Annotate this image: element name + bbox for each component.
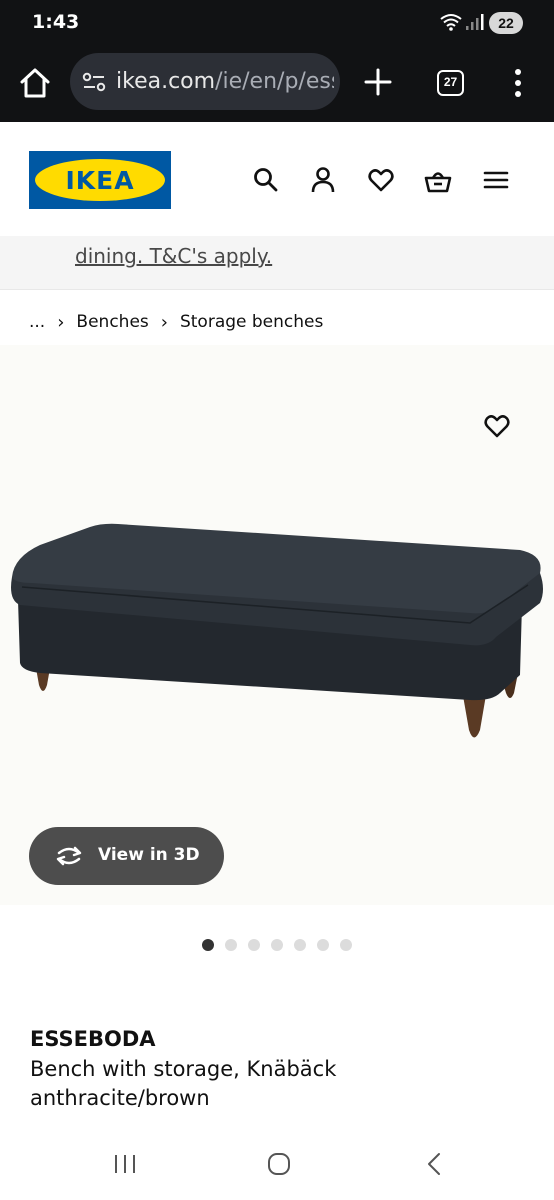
recents-icon[interactable]: [113, 1153, 137, 1175]
plus-icon[interactable]: [362, 66, 394, 98]
breadcrumb: ... › Benches › Storage benches: [29, 310, 323, 334]
favourite-heart-icon[interactable]: [483, 413, 511, 439]
site-header: IKEA: [0, 122, 554, 236]
carousel-dot[interactable]: [340, 939, 352, 951]
logo-text: IKEA: [65, 166, 135, 195]
basket-icon[interactable]: [424, 166, 452, 194]
browser-toolbar: ikea.com/ie/en/p/esseboda 27: [0, 44, 554, 122]
carousel-dot[interactable]: [317, 939, 329, 951]
system-nav-bar: [0, 1130, 554, 1200]
product-name: ESSEBODA: [30, 1027, 156, 1051]
status-bar: 1:43 22: [0, 0, 554, 44]
site-settings-icon[interactable]: [82, 71, 106, 93]
carousel-dot[interactable]: [202, 939, 214, 951]
breadcrumb-item-benches[interactable]: Benches: [76, 312, 148, 332]
tabs-icon[interactable]: 27: [437, 70, 464, 96]
home-nav-icon[interactable]: [267, 1152, 291, 1176]
view-in-3d-label: View in 3D: [98, 845, 200, 865]
carousel-dot[interactable]: [248, 939, 260, 951]
chevron-right-icon: ›: [160, 311, 168, 333]
battery-indicator: 22: [489, 12, 523, 34]
url-host: ikea.com: [116, 69, 216, 94]
carousel-dot[interactable]: [225, 939, 237, 951]
breadcrumb-item-storage-benches[interactable]: Storage benches: [180, 312, 323, 332]
account-icon[interactable]: [309, 166, 337, 194]
view-in-3d-button[interactable]: View in 3D: [29, 827, 224, 885]
promo-terms-link[interactable]: dining. T&C's apply.: [75, 244, 272, 268]
product-description: Bench with storage, Knäbäck anthracite/b…: [30, 1057, 337, 1110]
home-icon[interactable]: [18, 66, 52, 100]
rotate-3d-icon: [56, 846, 82, 866]
heart-icon[interactable]: [367, 166, 395, 194]
promo-banner: dining. T&C's apply.: [0, 236, 554, 290]
product-gallery[interactable]: View in 3D: [0, 345, 554, 905]
wifi-icon: [440, 14, 462, 31]
bench-image: [11, 523, 543, 738]
carousel-dot[interactable]: [271, 939, 283, 951]
search-icon[interactable]: [252, 166, 280, 194]
status-time: 1:43: [32, 11, 80, 33]
url-text: ikea.com/ie/en/p/esseboda: [116, 69, 334, 94]
url-path: /ie/en/p/esseboda: [215, 69, 334, 94]
logo-oval: IKEA: [35, 159, 165, 201]
back-icon[interactable]: [425, 1152, 443, 1176]
breadcrumb-ellipsis[interactable]: ...: [29, 312, 45, 332]
carousel-dot[interactable]: [294, 939, 306, 951]
more-vert-icon[interactable]: [505, 66, 531, 100]
ikea-logo[interactable]: IKEA: [29, 151, 171, 209]
carousel-dots: [202, 939, 352, 951]
signal-icon: [466, 14, 484, 30]
hamburger-icon[interactable]: [482, 166, 510, 194]
chevron-right-icon: ›: [57, 311, 65, 333]
address-bar[interactable]: ikea.com/ie/en/p/esseboda: [70, 53, 340, 110]
